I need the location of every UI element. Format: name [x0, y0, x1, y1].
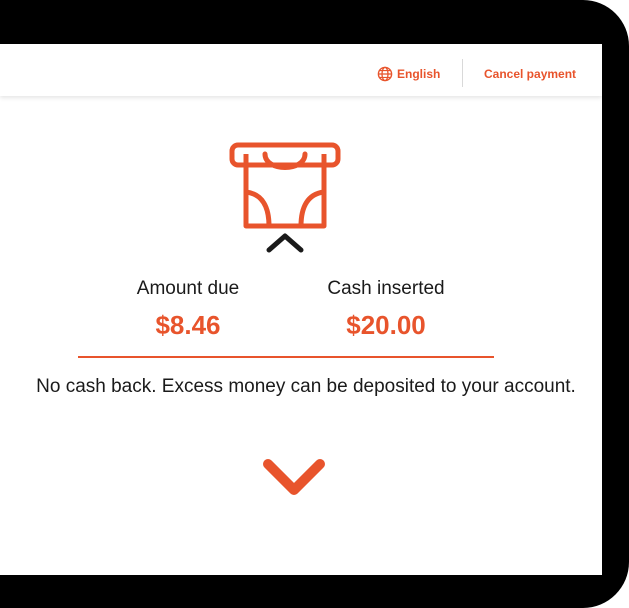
globe-icon	[377, 66, 393, 82]
device-frame: English Cancel payment Amount due Cash i…	[0, 0, 629, 608]
language-button[interactable]: English	[377, 64, 440, 84]
cash-inserted-label: Cash inserted	[327, 278, 445, 299]
language-label: English	[397, 67, 441, 81]
cash-back-notice: No cash back. Excess money can be deposi…	[36, 376, 576, 397]
divider-line	[78, 356, 494, 358]
cash-insert-icon	[229, 142, 341, 253]
chevron-down-icon[interactable]	[262, 458, 326, 498]
amount-due-label: Amount due	[136, 278, 240, 299]
divider	[462, 59, 463, 87]
top-bar: English Cancel payment	[0, 44, 602, 96]
amount-due-value: $8.46	[155, 310, 221, 340]
cancel-payment-button[interactable]: Cancel payment	[484, 67, 576, 81]
cash-inserted-value: $20.00	[346, 310, 426, 340]
kiosk-screen: English Cancel payment Amount due Cash i…	[0, 44, 602, 575]
chevron-up-icon	[266, 233, 304, 253]
